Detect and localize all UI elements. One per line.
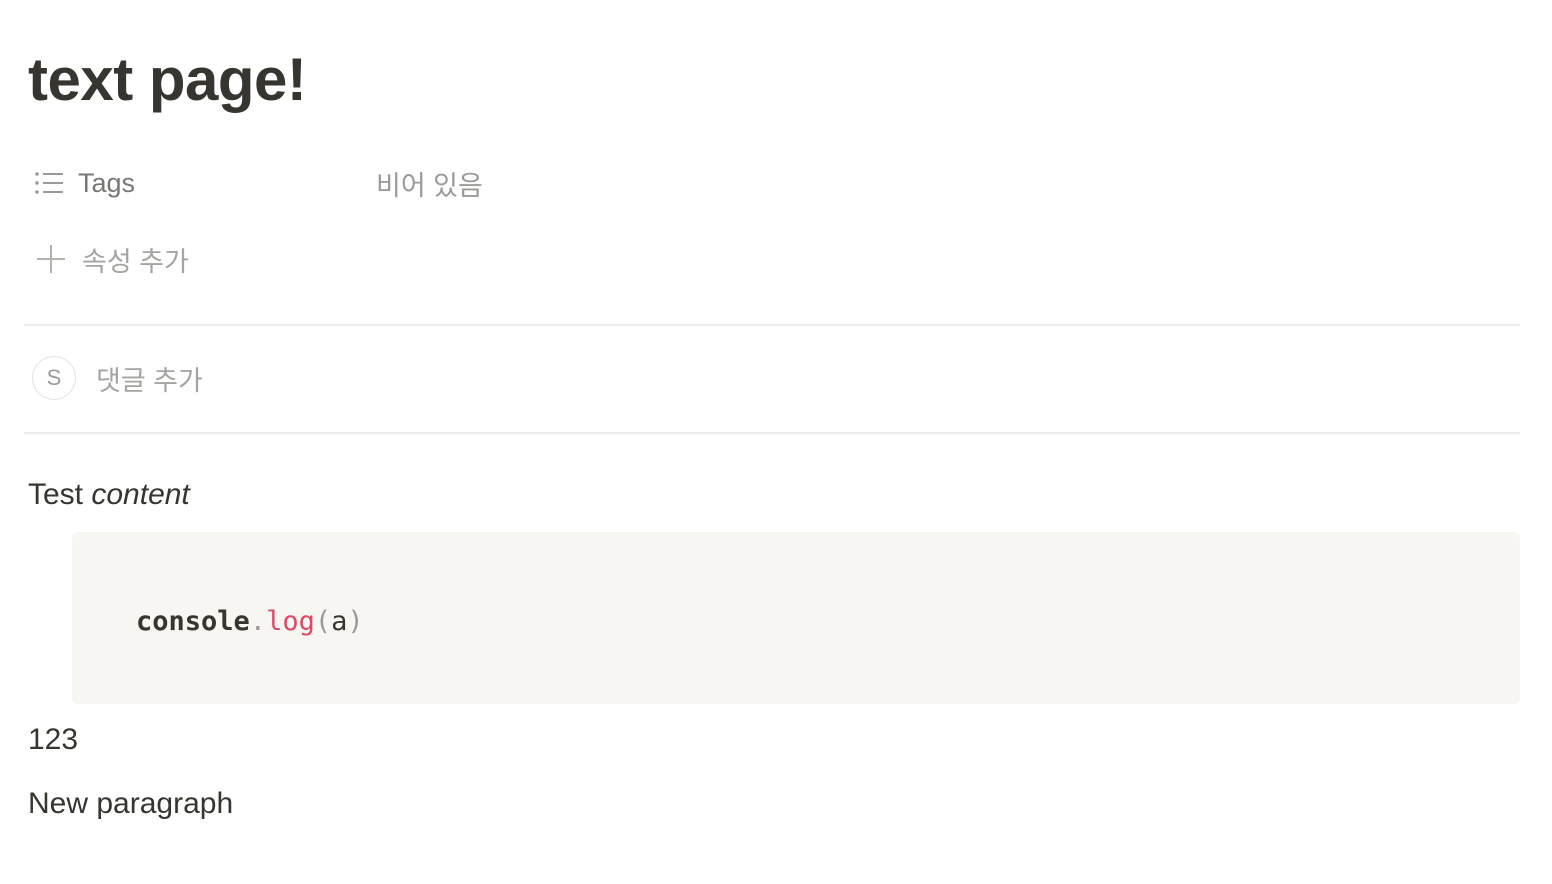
paragraph-text: Test <box>28 478 92 511</box>
code-line: console.log(a) <box>136 604 364 640</box>
paragraph-block[interactable]: Test content <box>28 475 190 515</box>
page-title[interactable]: text page! <box>28 44 307 116</box>
paragraph-block[interactable]: 123 <box>28 720 78 760</box>
property-value-tags[interactable]: 비어 있음 <box>376 160 483 206</box>
property-name-label: Tags <box>78 167 136 198</box>
add-property-button[interactable]: 속성 추가 <box>28 236 189 282</box>
add-comment-placeholder: 댓글 추가 <box>96 365 203 396</box>
avatar: S <box>32 356 76 400</box>
divider <box>24 324 1520 326</box>
property-name-tags[interactable]: Tags <box>34 160 135 206</box>
add-property-label: 속성 추가 <box>82 246 189 277</box>
code-token-open-paren: ( <box>314 606 332 637</box>
paragraph-block[interactable]: New paragraph <box>28 784 233 824</box>
code-block[interactable]: console.log(a) <box>72 532 1520 704</box>
code-token-close-paren: ) <box>347 606 364 637</box>
paragraph-italic-text: content <box>91 478 190 511</box>
plus-icon <box>31 239 71 279</box>
code-token-argument: a <box>331 606 348 637</box>
code-token-dot: . <box>249 606 267 637</box>
list-icon <box>34 171 64 195</box>
add-comment-input[interactable]: S 댓글 추가 <box>32 354 203 402</box>
code-token-method: log <box>266 606 315 637</box>
code-token-object: console <box>136 606 250 637</box>
property-row-tags: Tags 비어 있음 <box>28 160 728 206</box>
divider <box>24 432 1520 434</box>
